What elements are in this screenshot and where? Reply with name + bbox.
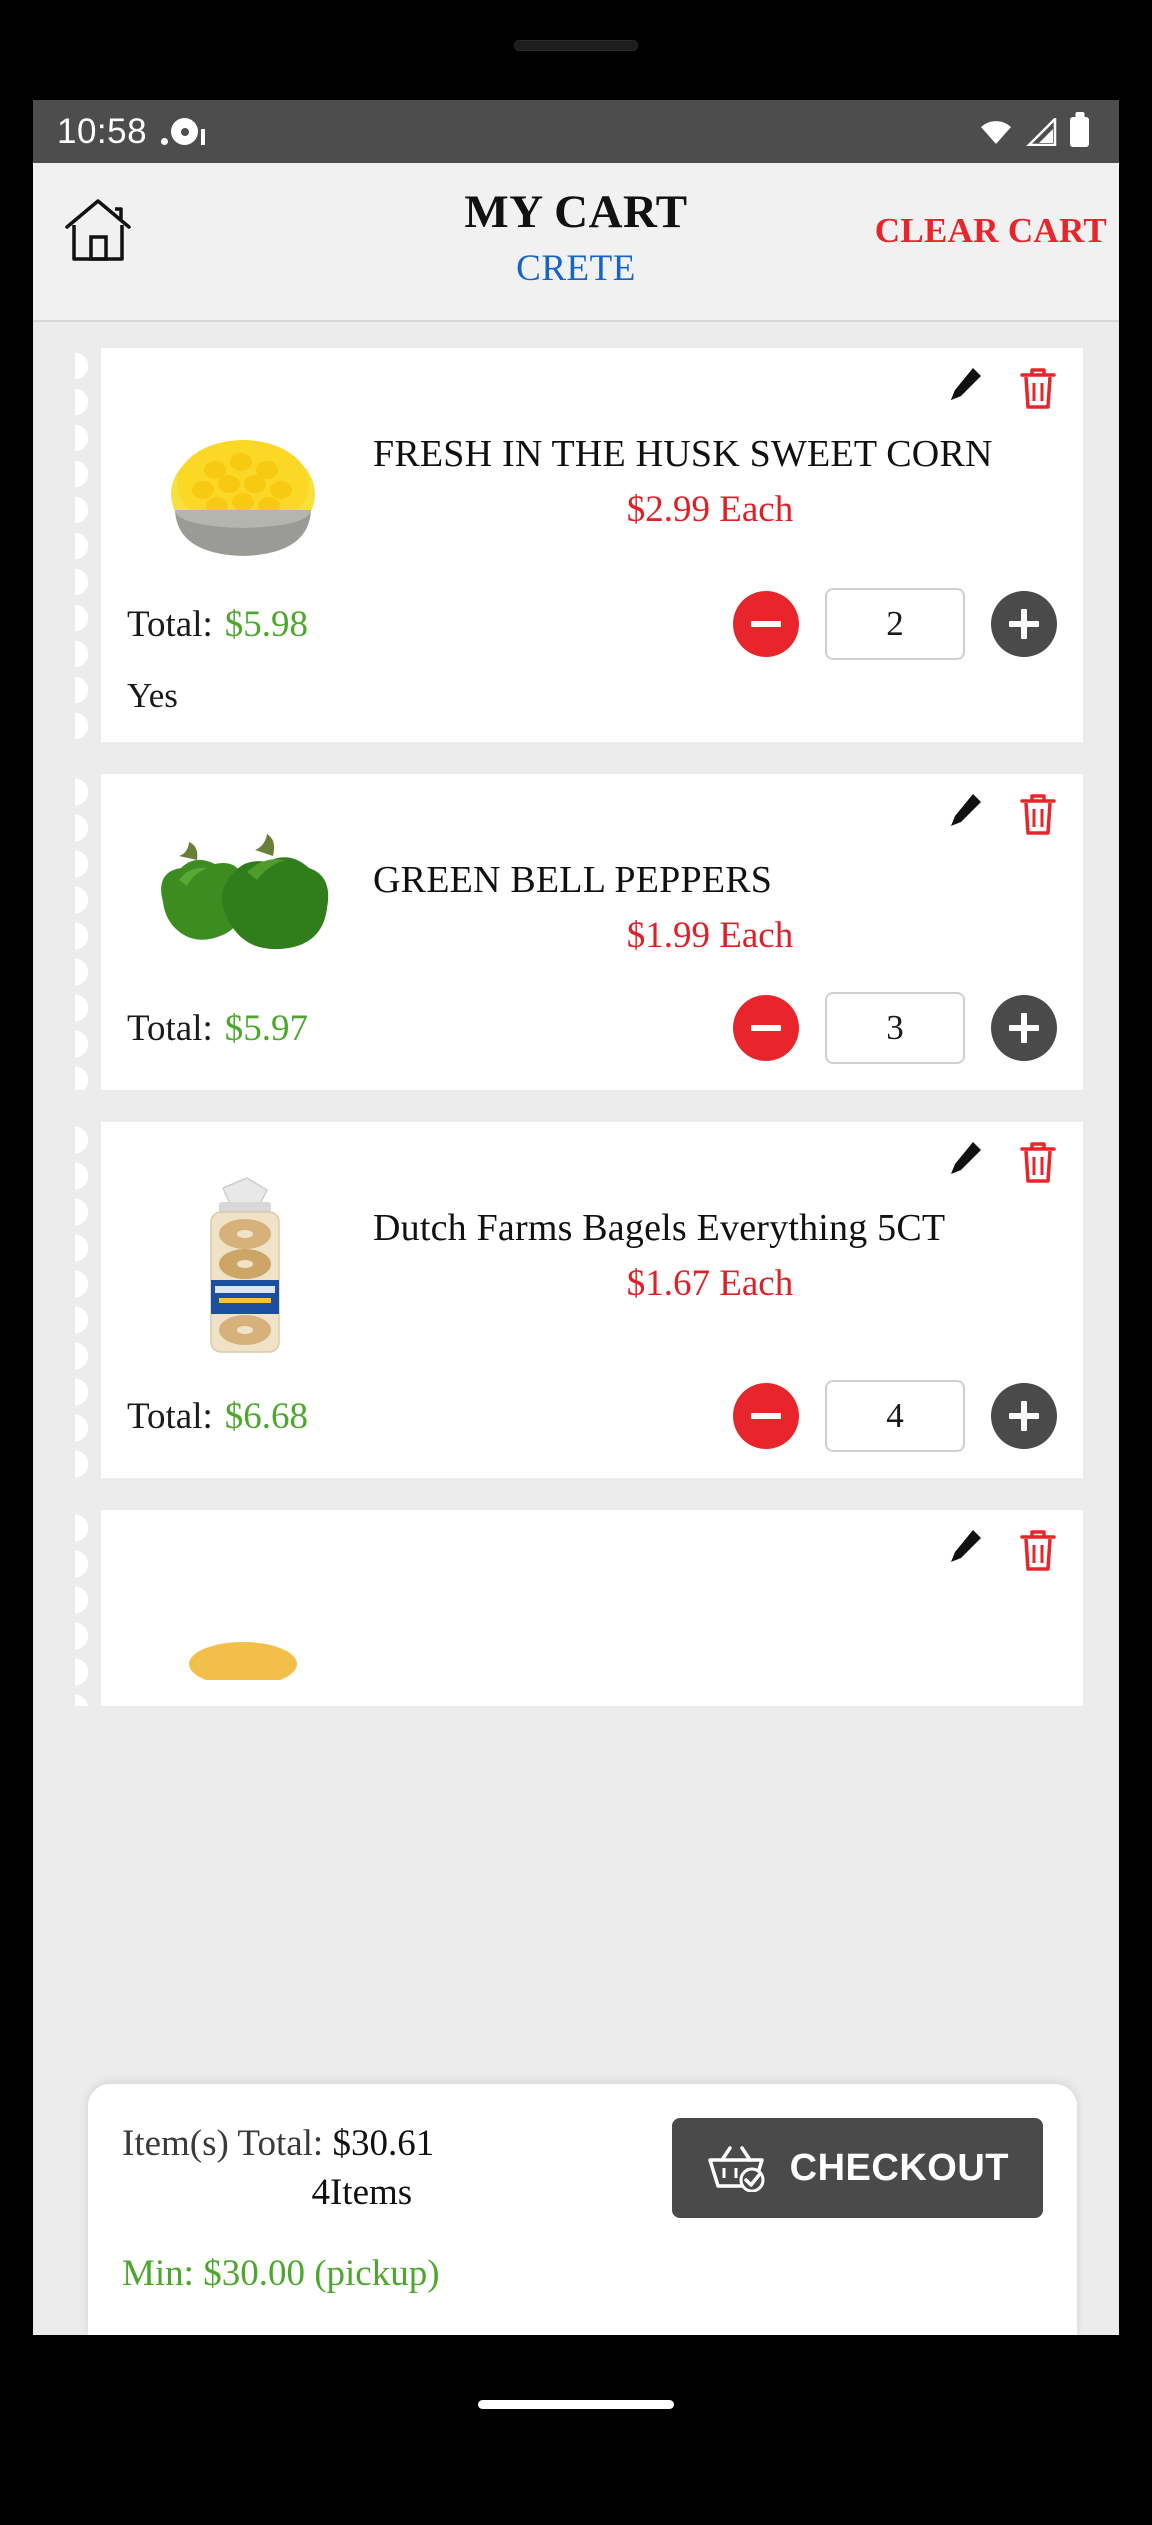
shopping-basket-check-icon	[706, 2144, 766, 2193]
edit-pencil-icon[interactable]	[947, 1528, 983, 1566]
total-value: $6.68	[224, 1395, 309, 1437]
cart-item-total-row: Total: $6.68 4	[127, 1380, 1057, 1452]
card-actions	[947, 366, 1057, 410]
product-image-partial	[127, 1560, 359, 1680]
items-total-label: Item(s) Total:	[122, 2123, 324, 2164]
items-total-value: $30.61	[332, 2123, 435, 2164]
item-note: Yes	[127, 676, 178, 715]
delete-trash-icon[interactable]	[1019, 366, 1057, 410]
product-name: GREEN BELL PEPPERS	[373, 859, 773, 901]
product-name: FRESH IN THE HUSK SWEET CORN	[373, 433, 993, 475]
system-navigation-bar	[33, 2369, 1119, 2439]
quantity-input[interactable]: 4	[825, 1380, 965, 1452]
total-value: $5.97	[224, 1007, 309, 1049]
cart-list[interactable]: FRESH IN THE HUSK SWEET CORN $2.99 Each …	[33, 322, 1119, 2335]
product-thumbnail	[127, 398, 359, 570]
battery-icon	[1070, 116, 1089, 147]
checkout-label: CHECKOUT	[789, 2146, 1009, 2189]
cart-item-info: FRESH IN THE HUSK SWEET CORN $2.99 Each	[373, 398, 1057, 531]
summary-totals: Item(s) Total: $30.61 4Items	[122, 2118, 672, 2214]
items-total-line: Item(s) Total: $30.61	[122, 2122, 672, 2165]
card-actions	[947, 792, 1057, 836]
store-name: CRETE	[516, 247, 636, 289]
total-label: Total:	[127, 1007, 213, 1049]
checkout-button[interactable]: CHECKOUT	[671, 2118, 1043, 2218]
green-bell-peppers-image	[127, 824, 359, 974]
earpiece-speaker	[514, 40, 638, 51]
cart-item-main	[127, 1532, 1057, 1680]
increase-quantity-button[interactable]	[991, 591, 1057, 657]
cart-item-main: GREEN BELL PEPPERS $1.99 Each	[127, 796, 1057, 974]
card-actions	[947, 1140, 1057, 1184]
bagels-package-image	[127, 1172, 359, 1362]
quantity-input[interactable]: 2	[825, 588, 965, 660]
unit-price: $1.99 Each	[626, 915, 794, 957]
product-thumbnail	[127, 824, 359, 974]
home-gesture-pill[interactable]	[478, 2399, 674, 2409]
items-count: 4Items	[311, 2172, 413, 2213]
total-label: Total:	[127, 603, 213, 645]
cart-item-total-row: Total: $5.98 2	[127, 588, 1057, 660]
product-name: Dutch Farms Bagels Everything 5CT	[373, 1207, 946, 1249]
cart-item-main: FRESH IN THE HUSK SWEET CORN $2.99 Each	[127, 370, 1057, 570]
delete-trash-icon[interactable]	[1019, 792, 1057, 836]
cart-item-card[interactable]: Dutch Farms Bagels Everything 5CT $1.67 …	[75, 1122, 1083, 1478]
device-screen: 10:58 MY CART CRETE CLEAR CART FRESH IN …	[33, 100, 1119, 2335]
cart-item-main: Dutch Farms Bagels Everything 5CT $1.67 …	[127, 1144, 1057, 1362]
increase-quantity-button[interactable]	[991, 1383, 1057, 1449]
quantity-stepper: 2	[733, 588, 1057, 660]
signal-icon	[1025, 115, 1057, 146]
quantity-stepper: 4	[733, 1380, 1057, 1452]
summary-row: Item(s) Total: $30.61 4Items CHECKOUT	[122, 2118, 1043, 2218]
cart-item-total-row: Total: $5.97 3	[127, 992, 1057, 1064]
card-actions	[947, 1528, 1057, 1572]
sweet-corn-bowl-image	[127, 398, 359, 570]
decrease-quantity-button[interactable]	[733, 591, 799, 657]
quantity-stepper: 3	[733, 992, 1057, 1064]
quantity-input[interactable]: 3	[825, 992, 965, 1064]
clear-cart-button[interactable]: CLEAR CART	[875, 211, 1107, 251]
wifi-icon	[979, 119, 1013, 145]
notification-dot-icon	[161, 118, 206, 145]
edit-pencil-icon[interactable]	[947, 1140, 983, 1178]
cart-item-info: GREEN BELL PEPPERS $1.99 Each	[373, 824, 1057, 957]
increase-quantity-button[interactable]	[991, 995, 1057, 1061]
delete-trash-icon[interactable]	[1019, 1528, 1057, 1572]
total-label: Total:	[127, 1395, 213, 1437]
product-thumbnail	[127, 1172, 359, 1362]
cart-item-card[interactable]: FRESH IN THE HUSK SWEET CORN $2.99 Each …	[75, 348, 1083, 742]
decrease-quantity-button[interactable]	[733, 1383, 799, 1449]
status-bar: 10:58	[33, 100, 1119, 163]
unit-price: $1.67 Each	[626, 1263, 794, 1305]
phone-frame: 10:58 MY CART CRETE CLEAR CART FRESH IN …	[0, 0, 1152, 2525]
delete-trash-icon[interactable]	[1019, 1140, 1057, 1184]
product-thumbnail	[127, 1560, 359, 1680]
edit-pencil-icon[interactable]	[947, 366, 983, 404]
decrease-quantity-button[interactable]	[733, 995, 799, 1061]
total-value: $5.98	[224, 603, 309, 645]
app-header: MY CART CRETE CLEAR CART	[33, 163, 1119, 322]
status-bar-clock: 10:58	[57, 111, 148, 151]
cart-item-info: Dutch Farms Bagels Everything 5CT $1.67 …	[373, 1172, 1057, 1305]
edit-pencil-icon[interactable]	[947, 792, 983, 830]
cart-item-card[interactable]: GREEN BELL PEPPERS $1.99 Each Total: $5.…	[75, 774, 1083, 1090]
unit-price: $2.99 Each	[626, 489, 794, 531]
cart-summary-sheet: Item(s) Total: $30.61 4Items CHECKOUT Mi…	[88, 2084, 1077, 2335]
cart-item-card-partial[interactable]	[75, 1510, 1083, 1706]
minimum-order-note: Min: $30.00 (pickup)	[122, 2253, 440, 2294]
